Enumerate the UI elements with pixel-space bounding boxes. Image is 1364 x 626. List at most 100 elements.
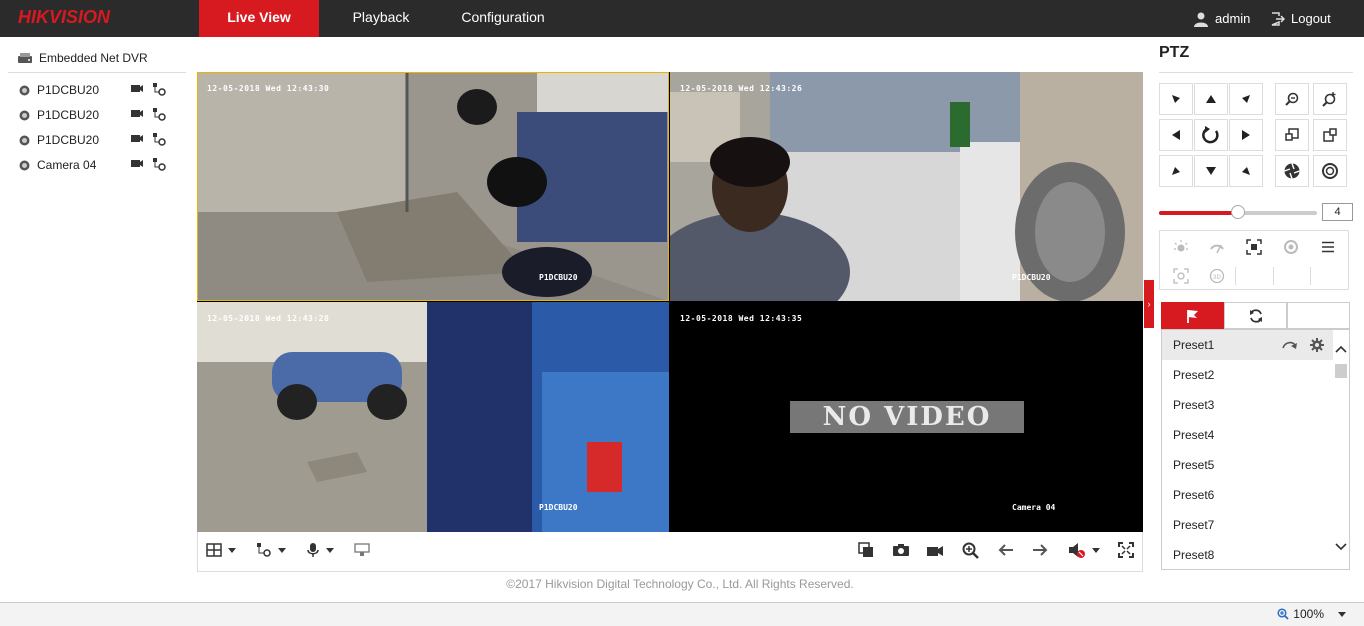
osd-timestamp: 12-05-2018 Wed 12:43:30 xyxy=(207,84,330,93)
ptz-right-button[interactable] xyxy=(1229,119,1263,151)
arrow-down-left-icon xyxy=(1172,167,1180,175)
stream-settings-icon[interactable] xyxy=(152,107,166,121)
slider-thumb[interactable] xyxy=(1231,205,1245,219)
audio-talk-button[interactable] xyxy=(306,540,334,560)
fullscreen-button[interactable] xyxy=(1118,540,1134,560)
gear-icon[interactable] xyxy=(1310,338,1324,352)
record-icon[interactable] xyxy=(130,82,144,94)
ptz-speed-value[interactable]: 4 xyxy=(1322,203,1353,221)
chevron-right-icon: › xyxy=(1147,299,1151,309)
dvr-label: Embedded Net DVR xyxy=(39,51,148,65)
next-page-button[interactable] xyxy=(1032,540,1048,560)
wiper-icon[interactable] xyxy=(1206,236,1228,258)
hikvision-logo: HIKVISION xyxy=(18,7,111,27)
record-icon[interactable] xyxy=(130,132,144,144)
focus-far-button[interactable] xyxy=(1313,119,1347,151)
previous-page-button[interactable] xyxy=(998,540,1014,560)
osd-camera-name: P1DCBU20 xyxy=(1012,273,1051,282)
logout-button[interactable]: Logout xyxy=(1271,0,1331,37)
preset-item[interactable]: Preset6 xyxy=(1162,480,1334,510)
zoom-in-icon xyxy=(1322,92,1336,107)
menu-icon[interactable] xyxy=(1317,236,1339,258)
zoom-control[interactable]: 100% xyxy=(1277,607,1346,621)
zoom-out-button[interactable] xyxy=(1275,83,1309,115)
stream-settings-icon[interactable] xyxy=(152,82,166,96)
previous-page-icon xyxy=(998,544,1013,556)
tree-divider xyxy=(8,72,186,73)
preset-item[interactable]: Preset7 xyxy=(1162,510,1334,540)
ptz-down-left-button[interactable] xyxy=(1159,155,1193,187)
zoom-level: 100% xyxy=(1293,607,1324,621)
iris-close-button[interactable] xyxy=(1313,155,1347,187)
camera-icon xyxy=(19,160,30,170)
ptz-up-button[interactable] xyxy=(1194,83,1228,115)
window-layout-button[interactable] xyxy=(206,540,236,560)
stream-type-button[interactable] xyxy=(256,540,286,560)
iris-close-icon xyxy=(1322,163,1338,179)
stream-settings-icon[interactable] xyxy=(152,132,166,146)
light-icon[interactable] xyxy=(1170,236,1192,258)
preset-item[interactable]: Preset5 xyxy=(1162,450,1334,480)
camera-item[interactable]: Camera 04 xyxy=(18,155,178,175)
digital-zoom-button[interactable] xyxy=(962,540,979,560)
tab-live-view[interactable]: Live View xyxy=(199,0,319,37)
tab-playback[interactable]: Playback xyxy=(336,0,426,37)
iris-open-button[interactable] xyxy=(1275,155,1309,187)
record-all-button[interactable] xyxy=(926,540,944,560)
camera-item[interactable]: P1DCBU20 xyxy=(18,105,178,125)
tab-pattern[interactable] xyxy=(1287,302,1350,329)
arrow-right-icon xyxy=(1242,130,1250,140)
video-tile[interactable]: 12-05-2018 Wed 12:43:30 P1DCBU20 xyxy=(197,72,669,301)
preset-list: Preset1 Preset2 Preset3 Preset4 Preset5 … xyxy=(1161,329,1350,570)
zoom-in-button[interactable] xyxy=(1313,83,1347,115)
preset-scrollbar[interactable] xyxy=(1333,330,1349,569)
3d-positioning-icon[interactable]: 3D xyxy=(1206,265,1228,287)
audio-button[interactable] xyxy=(1068,540,1100,560)
digital-zoom-icon xyxy=(962,542,979,559)
camera-item[interactable]: P1DCBU20 xyxy=(18,80,178,100)
stream-settings-icon[interactable] xyxy=(152,157,166,171)
preset-item[interactable]: Preset8 xyxy=(1162,540,1334,569)
arrow-up-left-icon xyxy=(1172,95,1180,103)
preset-item[interactable]: Preset3 xyxy=(1162,390,1334,420)
record-icon[interactable] xyxy=(130,107,144,119)
camera-icon xyxy=(19,135,30,145)
preset-item[interactable]: Preset1 xyxy=(1162,330,1334,360)
video-tile[interactable]: 12-05-2018 Wed 12:43:26 P1DCBU20 xyxy=(670,72,1143,301)
ptz-speed-slider[interactable] xyxy=(1159,205,1317,219)
ptz-auto-button[interactable] xyxy=(1194,119,1228,151)
collapse-ptz-panel-button[interactable]: › xyxy=(1144,280,1154,328)
auto-focus-icon[interactable] xyxy=(1243,236,1265,258)
video-tile[interactable]: 12-05-2018 Wed 12:43:28 P1DCBU20 xyxy=(197,302,669,532)
scroll-thumb[interactable] xyxy=(1335,364,1347,378)
preset-item[interactable]: Preset4 xyxy=(1162,420,1334,450)
camera-item[interactable]: P1DCBU20 xyxy=(18,130,178,150)
chevron-down-icon xyxy=(1338,611,1346,617)
tab-configuration[interactable]: Configuration xyxy=(446,0,560,37)
snapshot-icon xyxy=(893,544,909,556)
ptz-down-right-button[interactable] xyxy=(1229,155,1263,187)
capture-all-button[interactable] xyxy=(858,540,874,560)
ptz-up-left-button[interactable] xyxy=(1159,83,1193,115)
chevron-down-icon[interactable] xyxy=(1335,542,1347,552)
osd-timestamp: 12-05-2018 Wed 12:43:28 xyxy=(207,314,330,323)
lens-init-icon[interactable] xyxy=(1280,236,1302,258)
device-tree-root[interactable]: Embedded Net DVR xyxy=(17,51,148,65)
video-tile[interactable]: 12-05-2018 Wed 12:43:35 NO VIDEO Camera … xyxy=(670,302,1143,532)
user-menu[interactable]: admin xyxy=(1193,0,1250,37)
ptz-up-right-button[interactable] xyxy=(1229,83,1263,115)
call-preset-icon[interactable] xyxy=(1282,338,1298,352)
unlock-button[interactable] xyxy=(354,540,370,560)
preset-item[interactable]: Preset2 xyxy=(1162,360,1334,390)
ptz-left-button[interactable] xyxy=(1159,119,1193,151)
chevron-up-icon[interactable] xyxy=(1335,344,1347,354)
audio-mute-icon xyxy=(1069,543,1085,558)
user-icon xyxy=(1194,12,1208,27)
ptz-down-button[interactable] xyxy=(1194,155,1228,187)
record-icon[interactable] xyxy=(130,157,144,169)
regional-focus-icon[interactable] xyxy=(1170,265,1192,287)
snapshot-button[interactable] xyxy=(892,540,910,560)
tab-patrol[interactable] xyxy=(1224,302,1287,329)
focus-near-button[interactable] xyxy=(1275,119,1309,151)
tab-preset[interactable] xyxy=(1161,302,1224,329)
